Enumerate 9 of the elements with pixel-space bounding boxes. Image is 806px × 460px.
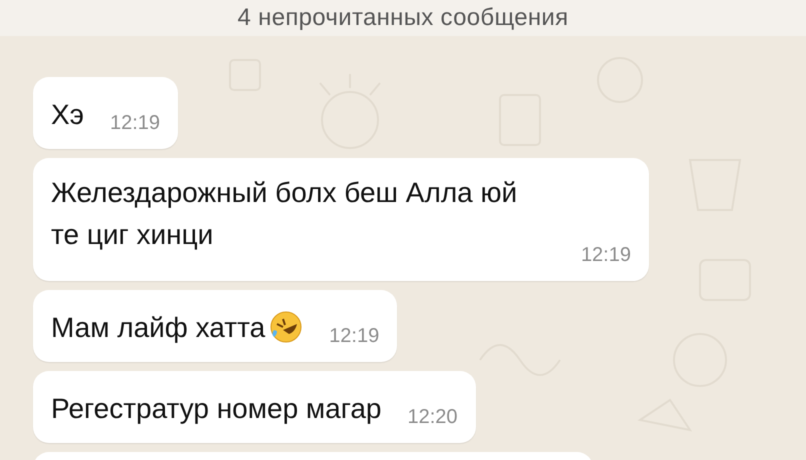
message-time: 12:19 (108, 112, 160, 136)
unread-messages-banner: 4 непрочитанных сообщения (0, 0, 806, 36)
message-text: Регестратур номер магар (51, 392, 382, 426)
message-time: 12:20 (406, 406, 458, 430)
message-text: Мам лайф хатта (51, 311, 266, 345)
message-text: Желездарожный болх беш Алла юй те циг хинци (51, 176, 518, 252)
message-time: 12:19 (580, 244, 631, 268)
message-time: 12:19 (328, 325, 380, 349)
message-text: Хэ (51, 98, 84, 132)
